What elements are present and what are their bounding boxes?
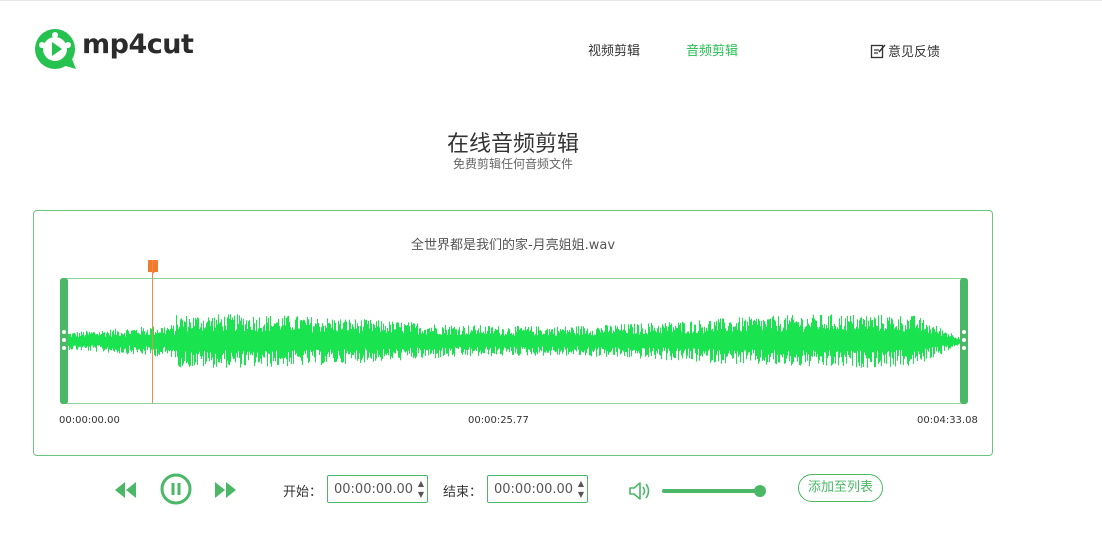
end-time-input[interactable]: 00:00:00.00 ▲ ▼ <box>487 475 588 503</box>
logo-text: mp4cut <box>82 29 194 60</box>
logo[interactable]: mp4cut <box>32 27 212 73</box>
waveform-path <box>68 314 960 368</box>
trim-start-handle[interactable] <box>60 278 68 404</box>
nav-video-edit[interactable]: 视频剪辑 <box>588 40 640 59</box>
timeline-start-time: 00:00:00.00 <box>59 415 120 426</box>
volume-slider-knob[interactable] <box>754 485 766 497</box>
logo-film-icon <box>35 29 76 69</box>
feedback-label: 意见反馈 <box>888 45 941 60</box>
timeline-current-time: 00:00:25.77 <box>468 415 529 426</box>
start-time-stepper[interactable]: ▲ ▼ <box>418 478 424 500</box>
waveform[interactable] <box>68 279 960 403</box>
volume-slider-track[interactable] <box>662 489 760 493</box>
waveform-area[interactable] <box>60 278 968 404</box>
add-to-list-button[interactable]: 添加至列表 <box>798 474 883 502</box>
playhead-line <box>152 260 153 403</box>
feedback-link[interactable]: 意见反馈 <box>870 41 940 60</box>
page-title: 在线音频剪辑 <box>446 132 579 157</box>
start-time-label: 开始： <box>283 485 323 500</box>
page-subtitle: 免费剪辑任何音频文件 <box>452 157 573 171</box>
top-divider <box>0 0 1102 1</box>
timeline-end-time: 00:04:33.08 <box>917 415 978 426</box>
end-time-label: 结束： <box>443 485 483 500</box>
start-time-input[interactable]: 00:00:00.00 ▲ ▼ <box>327 475 428 503</box>
edit-note-icon <box>870 44 886 58</box>
pause-button[interactable] <box>160 473 192 505</box>
audio-editor-panel: 全世界都是我们的家-月亮姐姐.wav 00:00:00.00 00:00:25.… <box>33 210 993 456</box>
fast-forward-icon[interactable] <box>213 480 237 500</box>
trim-end-handle[interactable] <box>960 278 968 404</box>
nav-audio-edit[interactable]: 音频剪辑 <box>686 40 738 59</box>
end-time-stepper[interactable]: ▲ ▼ <box>578 478 584 500</box>
file-name: 全世界都是我们的家-月亮姐姐.wav <box>410 238 616 253</box>
playhead-handle[interactable] <box>148 260 158 274</box>
volume-icon[interactable] <box>628 480 652 502</box>
rewind-icon[interactable] <box>114 480 138 500</box>
